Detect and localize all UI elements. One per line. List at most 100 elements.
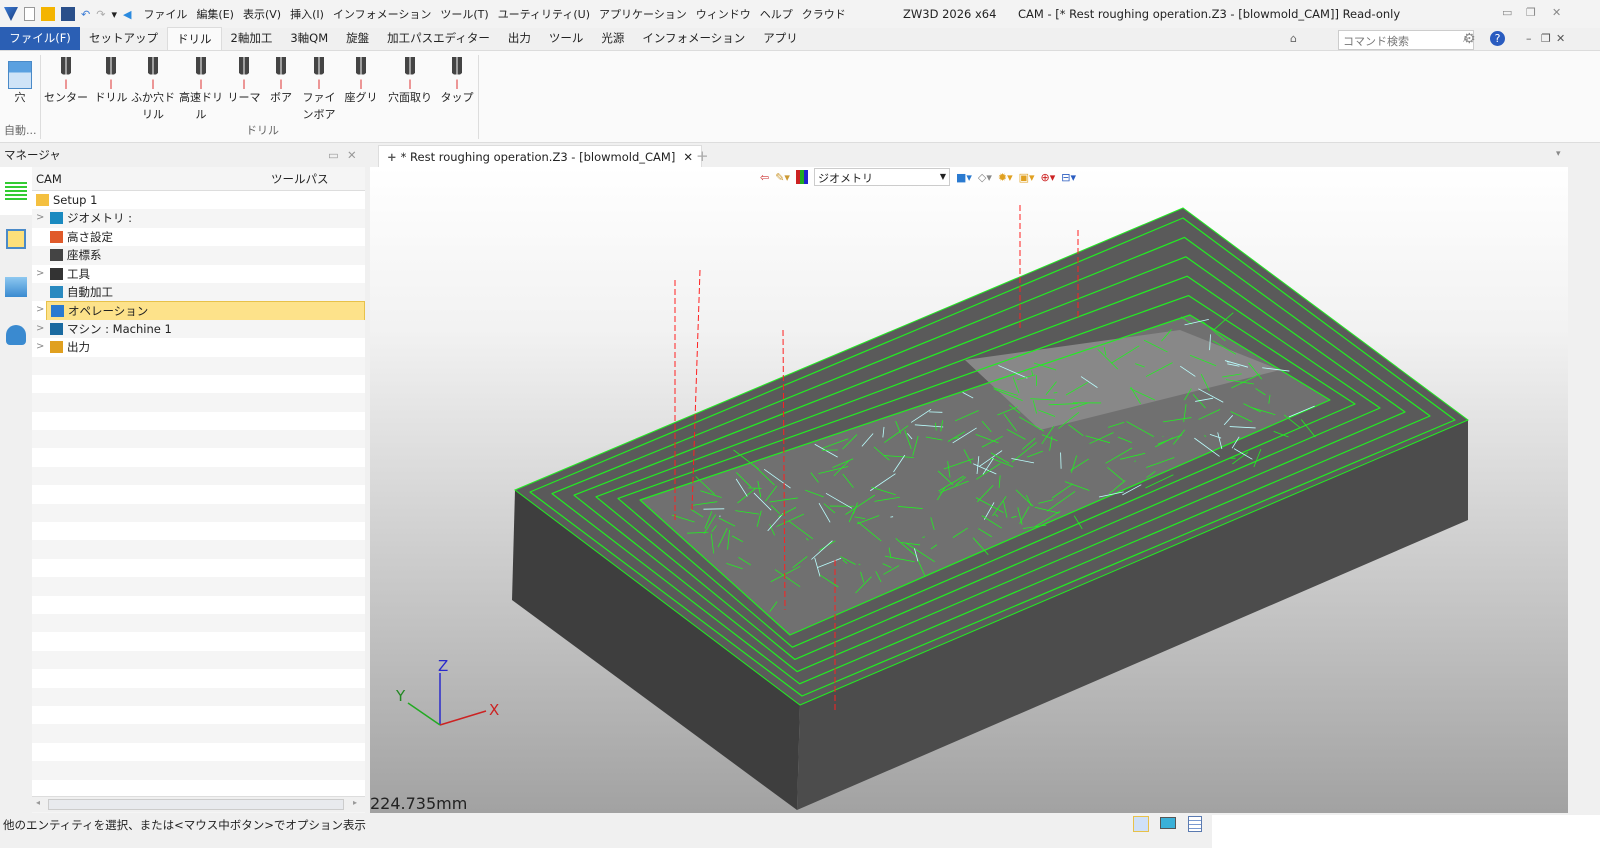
expand-chevron-icon[interactable]: > [36, 320, 44, 338]
tab-3axis-qm[interactable]: 3軸QM [281, 27, 337, 50]
viewport-side-strip [1568, 167, 1600, 813]
menu-tools[interactable]: ツール(T) [440, 6, 488, 22]
menu-view[interactable]: 表示(V) [243, 6, 281, 22]
tab-drill[interactable]: ドリル [167, 27, 222, 50]
tab-output[interactable]: 出力 [499, 27, 540, 50]
back-icon[interactable]: ◀ [123, 8, 131, 21]
auto-machining-icon [50, 285, 63, 298]
message-log-icon[interactable] [1188, 816, 1202, 832]
tab-path-editor[interactable]: 加工パスエディター [378, 27, 499, 50]
menu-help[interactable]: ヘルプ [760, 6, 793, 22]
tree-item[interactable]: > マシン : Machine 1 [32, 319, 365, 339]
tab-close-icon[interactable]: ✕ [683, 146, 693, 167]
center-drill-button[interactable]: センター [44, 53, 88, 106]
tree-item-label: Setup 1 [53, 193, 98, 207]
doc-restore-icon[interactable]: ❐ [1541, 32, 1551, 45]
doc-minimize-icon[interactable]: – [1526, 32, 1532, 45]
menu-window[interactable]: ウィンドウ [696, 6, 751, 22]
empty-row [32, 650, 365, 670]
bore-icon [276, 57, 286, 89]
tab-2axis[interactable]: 2軸加工 [222, 27, 282, 50]
high-speed-drill-button[interactable]: 高速ドリル [178, 53, 224, 123]
cam-model-view[interactable] [370, 167, 1568, 813]
x-axis-line [439, 710, 487, 726]
tab-information[interactable]: インフォメーション [633, 27, 754, 50]
tree-item[interactable]: Setup 1 [32, 191, 365, 209]
open-file-icon[interactable] [41, 7, 55, 21]
scroll-right-icon[interactable]: ▸ [353, 798, 357, 807]
expand-chevron-icon[interactable]: > [36, 301, 44, 319]
panel-close-icon[interactable]: ✕ [347, 143, 357, 167]
doc-close-icon[interactable]: ✕ [1556, 32, 1565, 45]
tree-item[interactable]: > 出力 [32, 338, 365, 356]
tree-item[interactable]: 自動加工 [32, 282, 365, 302]
empty-row [32, 687, 365, 706]
tab-apps[interactable]: アプリ [754, 27, 807, 50]
part-manager-icon[interactable] [0, 215, 32, 263]
group-divider [478, 55, 479, 139]
document-tab[interactable]: + * Rest roughing operation.Z3 - [blowmo… [378, 145, 702, 167]
tree-item[interactable]: 高さ設定 [32, 228, 365, 246]
hole-button[interactable]: 穴 [6, 53, 34, 106]
help-icon[interactable]: ? [1490, 31, 1505, 46]
expand-chevron-icon[interactable]: > [36, 209, 44, 227]
tab-tools[interactable]: ツール [540, 27, 593, 50]
minimize-icon[interactable]: ▭ [1502, 6, 1512, 19]
menu-application[interactable]: アプリケーション [599, 6, 687, 22]
restore-icon[interactable]: ❐ [1526, 6, 1536, 19]
quick-access-dropdown-icon[interactable]: ▾ [111, 8, 117, 21]
hole-chamfer-button[interactable]: 穴面取り [386, 53, 434, 106]
tree-item[interactable]: 座標系 [32, 246, 365, 265]
expand-chevron-icon[interactable]: > [36, 338, 44, 356]
deep-hole-drill-icon [148, 57, 158, 89]
scroll-thumb[interactable] [48, 799, 344, 810]
ribbon-panel: 穴 自動... センター ドリル ふか穴ドリル 高速ドリル リーマ ボア ファイ… [0, 51, 1600, 143]
tree-item[interactable]: > オペレーション [32, 301, 365, 322]
save-icon[interactable] [61, 7, 75, 21]
reamer-button[interactable]: リーマ [226, 53, 262, 106]
fine-bore-button[interactable]: ファインボア [300, 53, 338, 123]
counterbore-label: 座グリ [344, 91, 378, 104]
image-manager-icon[interactable] [0, 263, 32, 311]
undo-icon[interactable]: ↶ [81, 8, 90, 21]
manager-title: マネージャ [4, 148, 61, 162]
collapse-ribbon-icon[interactable]: ⌂ [1290, 32, 1297, 45]
menu-file[interactable]: ファイル [143, 6, 187, 22]
tab-setup[interactable]: セットアップ [80, 27, 167, 50]
deep-hole-drill-button[interactable]: ふか穴ドリル [130, 53, 176, 123]
menu-cloud[interactable]: クラウド [802, 6, 846, 22]
tree-item[interactable]: > ジオメトリ : [32, 209, 365, 228]
new-tab-icon[interactable]: + [696, 147, 709, 165]
menu-information[interactable]: インフォメーション [333, 6, 431, 22]
column-cam[interactable]: CAM [36, 172, 62, 186]
redo-icon[interactable]: ↷ [96, 8, 105, 21]
tab-light[interactable]: 光源 [592, 27, 633, 50]
horizontal-scrollbar[interactable]: ◂ ▸ [32, 796, 365, 812]
new-file-icon[interactable] [24, 7, 35, 21]
display-icon[interactable] [1160, 817, 1176, 829]
empty-row [32, 540, 365, 559]
tab-file[interactable]: ファイル(F) [0, 27, 80, 50]
counterbore-button[interactable]: 座グリ [342, 53, 380, 106]
close-icon[interactable]: ✕ [1552, 6, 1561, 19]
cam-manager-icon[interactable] [0, 167, 32, 215]
tap-button[interactable]: タップ [440, 53, 474, 106]
tree-item-label: オペレーション [68, 304, 149, 319]
drill-button[interactable]: ドリル [94, 53, 128, 106]
bore-button[interactable]: ボア [266, 53, 296, 106]
settings-gear-icon[interactable]: ⚙ [1463, 31, 1476, 47]
user-manager-icon[interactable] [0, 311, 32, 359]
menu-utility[interactable]: ユーティリティ(U) [498, 6, 590, 22]
panel-float-icon[interactable]: ▭ [328, 143, 339, 167]
command-search-input[interactable]: コマンド検索 ⌕ [1338, 30, 1474, 50]
toolbar-toggle-icon[interactable] [1133, 816, 1149, 832]
tab-list-icon[interactable]: ▾ [1556, 149, 1561, 159]
tree-item[interactable]: > 工具 [32, 265, 365, 283]
menu-edit[interactable]: 編集(E) [196, 6, 234, 22]
column-toolpath[interactable]: ツールパス [271, 167, 329, 191]
tab-lathe[interactable]: 旋盤 [337, 27, 378, 50]
scroll-left-icon[interactable]: ◂ [36, 798, 40, 807]
menu-insert[interactable]: 挿入(I) [290, 6, 324, 22]
3d-canvas[interactable]: ⇦ ✎▾ ジオメトリ ▼ ■▾ ◇▾ ✹▾ ▣▾ ⊕▾ ⊟▾ Z X Y 224.… [370, 167, 1568, 813]
expand-chevron-icon[interactable]: > [36, 265, 44, 283]
